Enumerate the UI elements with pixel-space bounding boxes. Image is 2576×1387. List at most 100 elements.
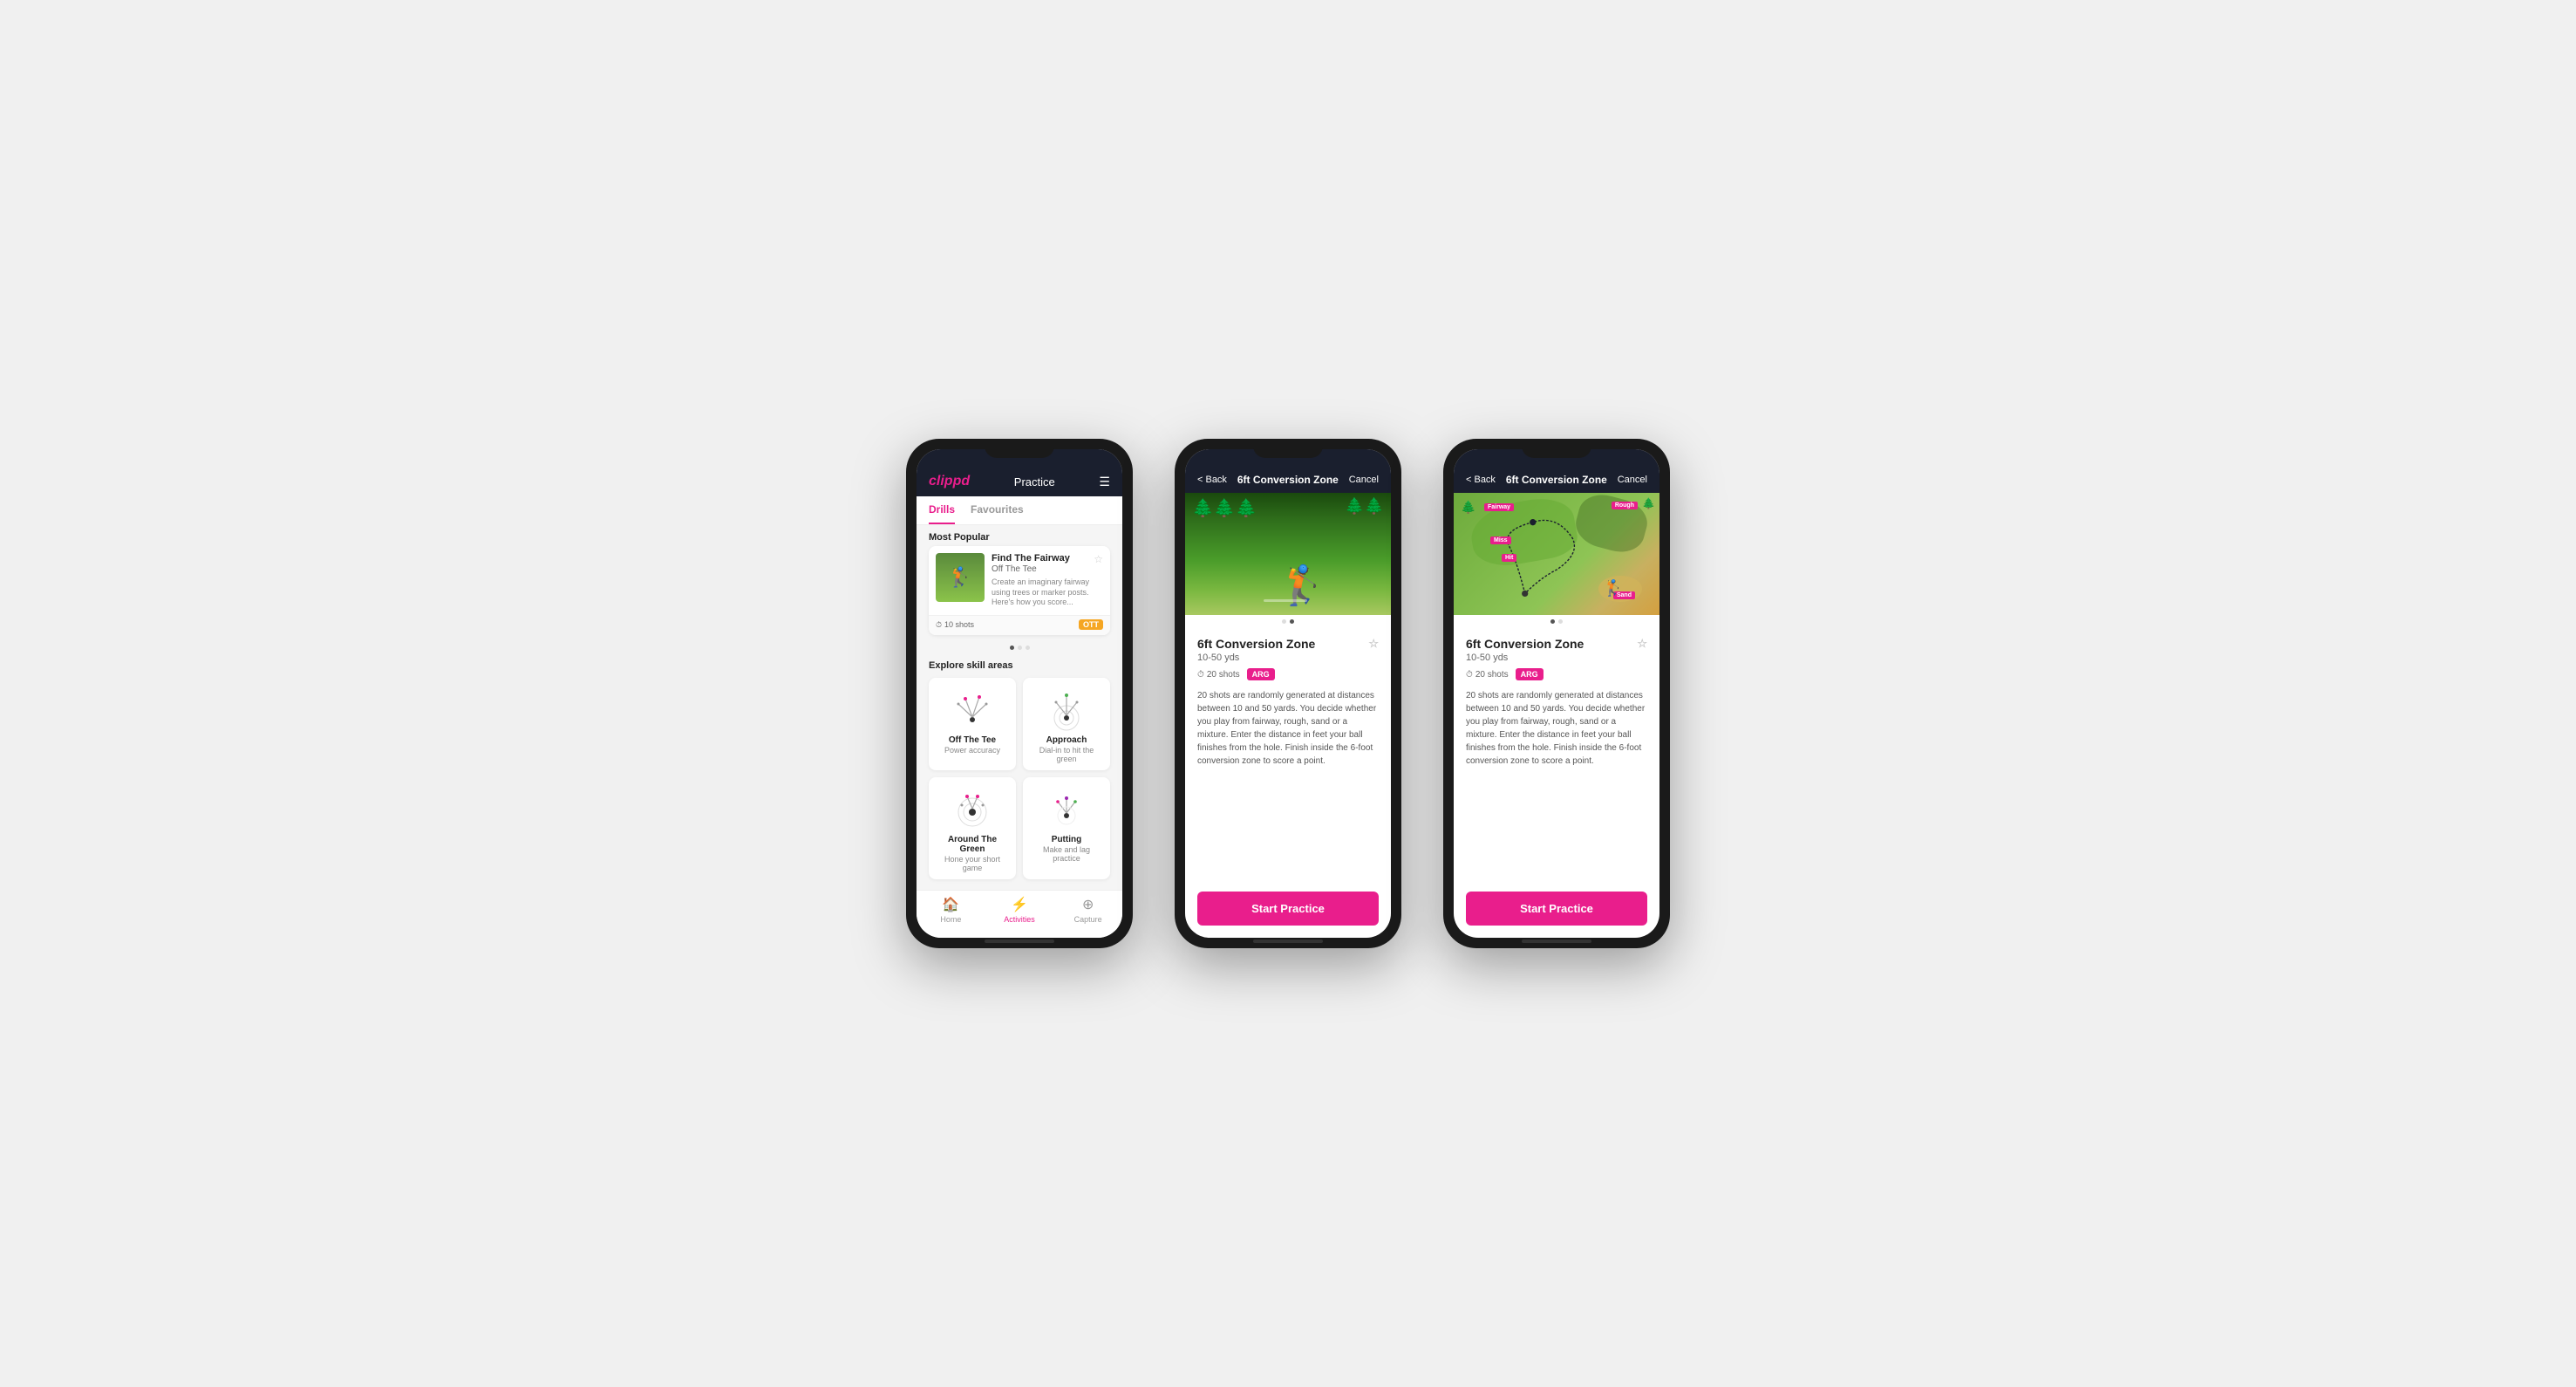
drill-title-2: 6ft Conversion Zone ☆ xyxy=(1197,637,1379,651)
drill-range-3: 10-50 yds xyxy=(1466,653,1647,663)
home-bar-1 xyxy=(985,939,1054,943)
cancel-button-3[interactable]: Cancel xyxy=(1618,475,1647,485)
drill-title-3: 6ft Conversion Zone ☆ xyxy=(1466,637,1647,651)
map-label-miss: Miss xyxy=(1490,536,1511,544)
tab-favourites[interactable]: Favourites xyxy=(971,496,1024,524)
map-label-fairway: Fairway xyxy=(1484,503,1514,511)
card-description: Create an imaginary fairway using trees … xyxy=(992,577,1103,608)
shots-label: 10 shots xyxy=(944,620,974,629)
skill-card-atg[interactable]: Around The Green Hone your short game xyxy=(929,777,1016,879)
course-map: 🌲 🌲 Fairway Rough Miss Hit Sand 🏌 xyxy=(1454,493,1659,615)
back-button-2[interactable]: < Back xyxy=(1197,475,1227,485)
phone-2: < Back 6ft Conversion Zone Cancel 🌲🌲🌲 🌲🌲… xyxy=(1175,439,1401,948)
nav-capture[interactable]: ⊕ Capture xyxy=(1053,896,1122,924)
screen-3: < Back 6ft Conversion Zone Cancel 🌲 xyxy=(1454,449,1659,938)
photo-dots-3 xyxy=(1454,615,1659,628)
home-bar-2 xyxy=(1253,939,1323,943)
thumbnail-golfer-icon: 🏌️ xyxy=(948,566,971,589)
start-practice-btn-3[interactable]: Start Practice xyxy=(1466,892,1647,926)
practice-content: Most Popular 🏌️ Find The Fairway xyxy=(917,525,1122,890)
card-footer: ⏱ 10 shots OTT xyxy=(929,615,1110,635)
card-title: Find The Fairway xyxy=(992,553,1070,564)
shots-info-3: ⏱ 20 shots xyxy=(1466,670,1509,680)
approach-sub: Dial-in to hit the green xyxy=(1030,746,1103,763)
drill-description-3: 20 shots are randomly generated at dista… xyxy=(1466,689,1647,768)
dot-3 xyxy=(1026,646,1030,650)
skill-card-approach[interactable]: Approach Dial-in to hit the green xyxy=(1023,678,1110,770)
shots-info: ⏱ 10 shots xyxy=(936,620,974,630)
nav-home[interactable]: 🏠 Home xyxy=(917,896,985,924)
cancel-button-2[interactable]: Cancel xyxy=(1349,475,1379,485)
skill-card-ott[interactable]: Off The Tee Power accuracy xyxy=(929,678,1016,770)
photo-dots-2 xyxy=(1185,615,1391,628)
start-practice-btn-2[interactable]: Start Practice xyxy=(1197,892,1379,926)
notch-1 xyxy=(985,439,1054,458)
detail-content-2: 🌲🌲🌲 🌲🌲 🏌️ 6ft Conversion Zone ☆ 10-50 xyxy=(1185,493,1391,883)
approach-svg xyxy=(1044,687,1089,732)
drill-tag-2: ARG xyxy=(1247,668,1275,680)
nav-home-label: Home xyxy=(940,915,961,924)
phone-3: < Back 6ft Conversion Zone Cancel 🌲 xyxy=(1443,439,1670,948)
nav-activities[interactable]: ⚡ Activities xyxy=(985,896,1054,924)
ott-icon xyxy=(936,687,1009,732)
drill-meta-2: ⏱ 20 shots ARG xyxy=(1197,668,1379,680)
putting-sub: Make and lag practice xyxy=(1030,845,1103,863)
fav-icon-2[interactable]: ☆ xyxy=(1368,637,1379,651)
approach-icon xyxy=(1030,687,1103,732)
ott-svg xyxy=(950,687,995,732)
detail-title-2: 6ft Conversion Zone xyxy=(1237,474,1339,486)
skill-areas-grid: Off The Tee Power accuracy xyxy=(917,674,1122,890)
clock-icon-3: ⏱ xyxy=(1466,670,1473,680)
dot3-2 xyxy=(1558,619,1563,624)
drill-meta-3: ⏱ 20 shots ARG xyxy=(1466,668,1647,680)
atg-icon xyxy=(936,786,1009,831)
dot2-1 xyxy=(1282,619,1286,624)
home-bar-3 xyxy=(1522,939,1591,943)
ground-line xyxy=(1264,599,1307,602)
clock-icon-2: ⏱ xyxy=(1197,670,1204,680)
putting-name: Putting xyxy=(1030,835,1103,844)
detail-content-3: 🌲 🌲 Fairway Rough Miss Hit Sand 🏌 xyxy=(1454,493,1659,883)
drill-range-2: 10-50 yds xyxy=(1197,653,1379,663)
drill-description-2: 20 shots are randomly generated at dista… xyxy=(1197,689,1379,768)
shots-info-2: ⏱ 20 shots xyxy=(1197,670,1240,680)
bottom-nav: 🏠 Home ⚡ Activities ⊕ Capture xyxy=(917,890,1122,938)
notch-3 xyxy=(1522,439,1591,458)
card-text: Find The Fairway Off The Tee ☆ Create an… xyxy=(992,553,1103,608)
drill-tag-3: ARG xyxy=(1516,668,1544,680)
card-subtitle: Off The Tee xyxy=(992,564,1070,574)
fav-icon-3[interactable]: ☆ xyxy=(1637,637,1647,651)
dot-1 xyxy=(1010,646,1014,650)
approach-name: Approach xyxy=(1030,735,1103,745)
menu-icon[interactable]: ☰ xyxy=(1099,475,1110,489)
favourite-icon[interactable]: ☆ xyxy=(1094,553,1103,574)
activities-icon: ⚡ xyxy=(1011,896,1028,913)
phone-1: clippd Practice ☰ Drills Favourites Most… xyxy=(906,439,1133,948)
putting-icon xyxy=(1030,786,1103,831)
screen-1: clippd Practice ☰ Drills Favourites Most… xyxy=(917,449,1122,938)
skill-card-putting[interactable]: Putting Make and lag practice xyxy=(1023,777,1110,879)
drill-info-2: 6ft Conversion Zone ☆ 10-50 yds ⏱ 20 sho… xyxy=(1185,628,1391,776)
featured-drill-card[interactable]: 🏌️ Find The Fairway Off The Tee ☆ xyxy=(929,546,1110,635)
tabs-bar: Drills Favourites xyxy=(917,496,1122,525)
dot2-2 xyxy=(1290,619,1294,624)
trees-left: 🌲🌲🌲 xyxy=(1192,497,1257,519)
drill-info-3: 6ft Conversion Zone ☆ 10-50 yds ⏱ 20 sho… xyxy=(1454,628,1659,776)
putting-svg xyxy=(1044,786,1089,831)
card-body: 🏌️ Find The Fairway Off The Tee ☆ xyxy=(929,546,1110,615)
nav-activities-label: Activities xyxy=(1004,915,1035,924)
map-label-hit: Hit xyxy=(1502,554,1516,562)
capture-icon: ⊕ xyxy=(1082,896,1094,913)
most-popular-label: Most Popular xyxy=(917,525,1122,546)
spacer-3 xyxy=(1454,776,1659,794)
drill-tag: OTT xyxy=(1079,619,1103,630)
map-golfer: 🏌️ xyxy=(1604,579,1623,598)
trees-right: 🌲🌲 xyxy=(1345,497,1384,516)
back-button-3[interactable]: < Back xyxy=(1466,475,1496,485)
home-icon: 🏠 xyxy=(942,896,959,913)
map-label-rough: Rough xyxy=(1612,502,1638,509)
tab-drills[interactable]: Drills xyxy=(929,496,955,524)
spacer-2 xyxy=(1185,776,1391,794)
drill-photo: 🌲🌲🌲 🌲🌲 🏌️ xyxy=(1185,493,1391,615)
detail-title-3: 6ft Conversion Zone xyxy=(1506,474,1607,486)
